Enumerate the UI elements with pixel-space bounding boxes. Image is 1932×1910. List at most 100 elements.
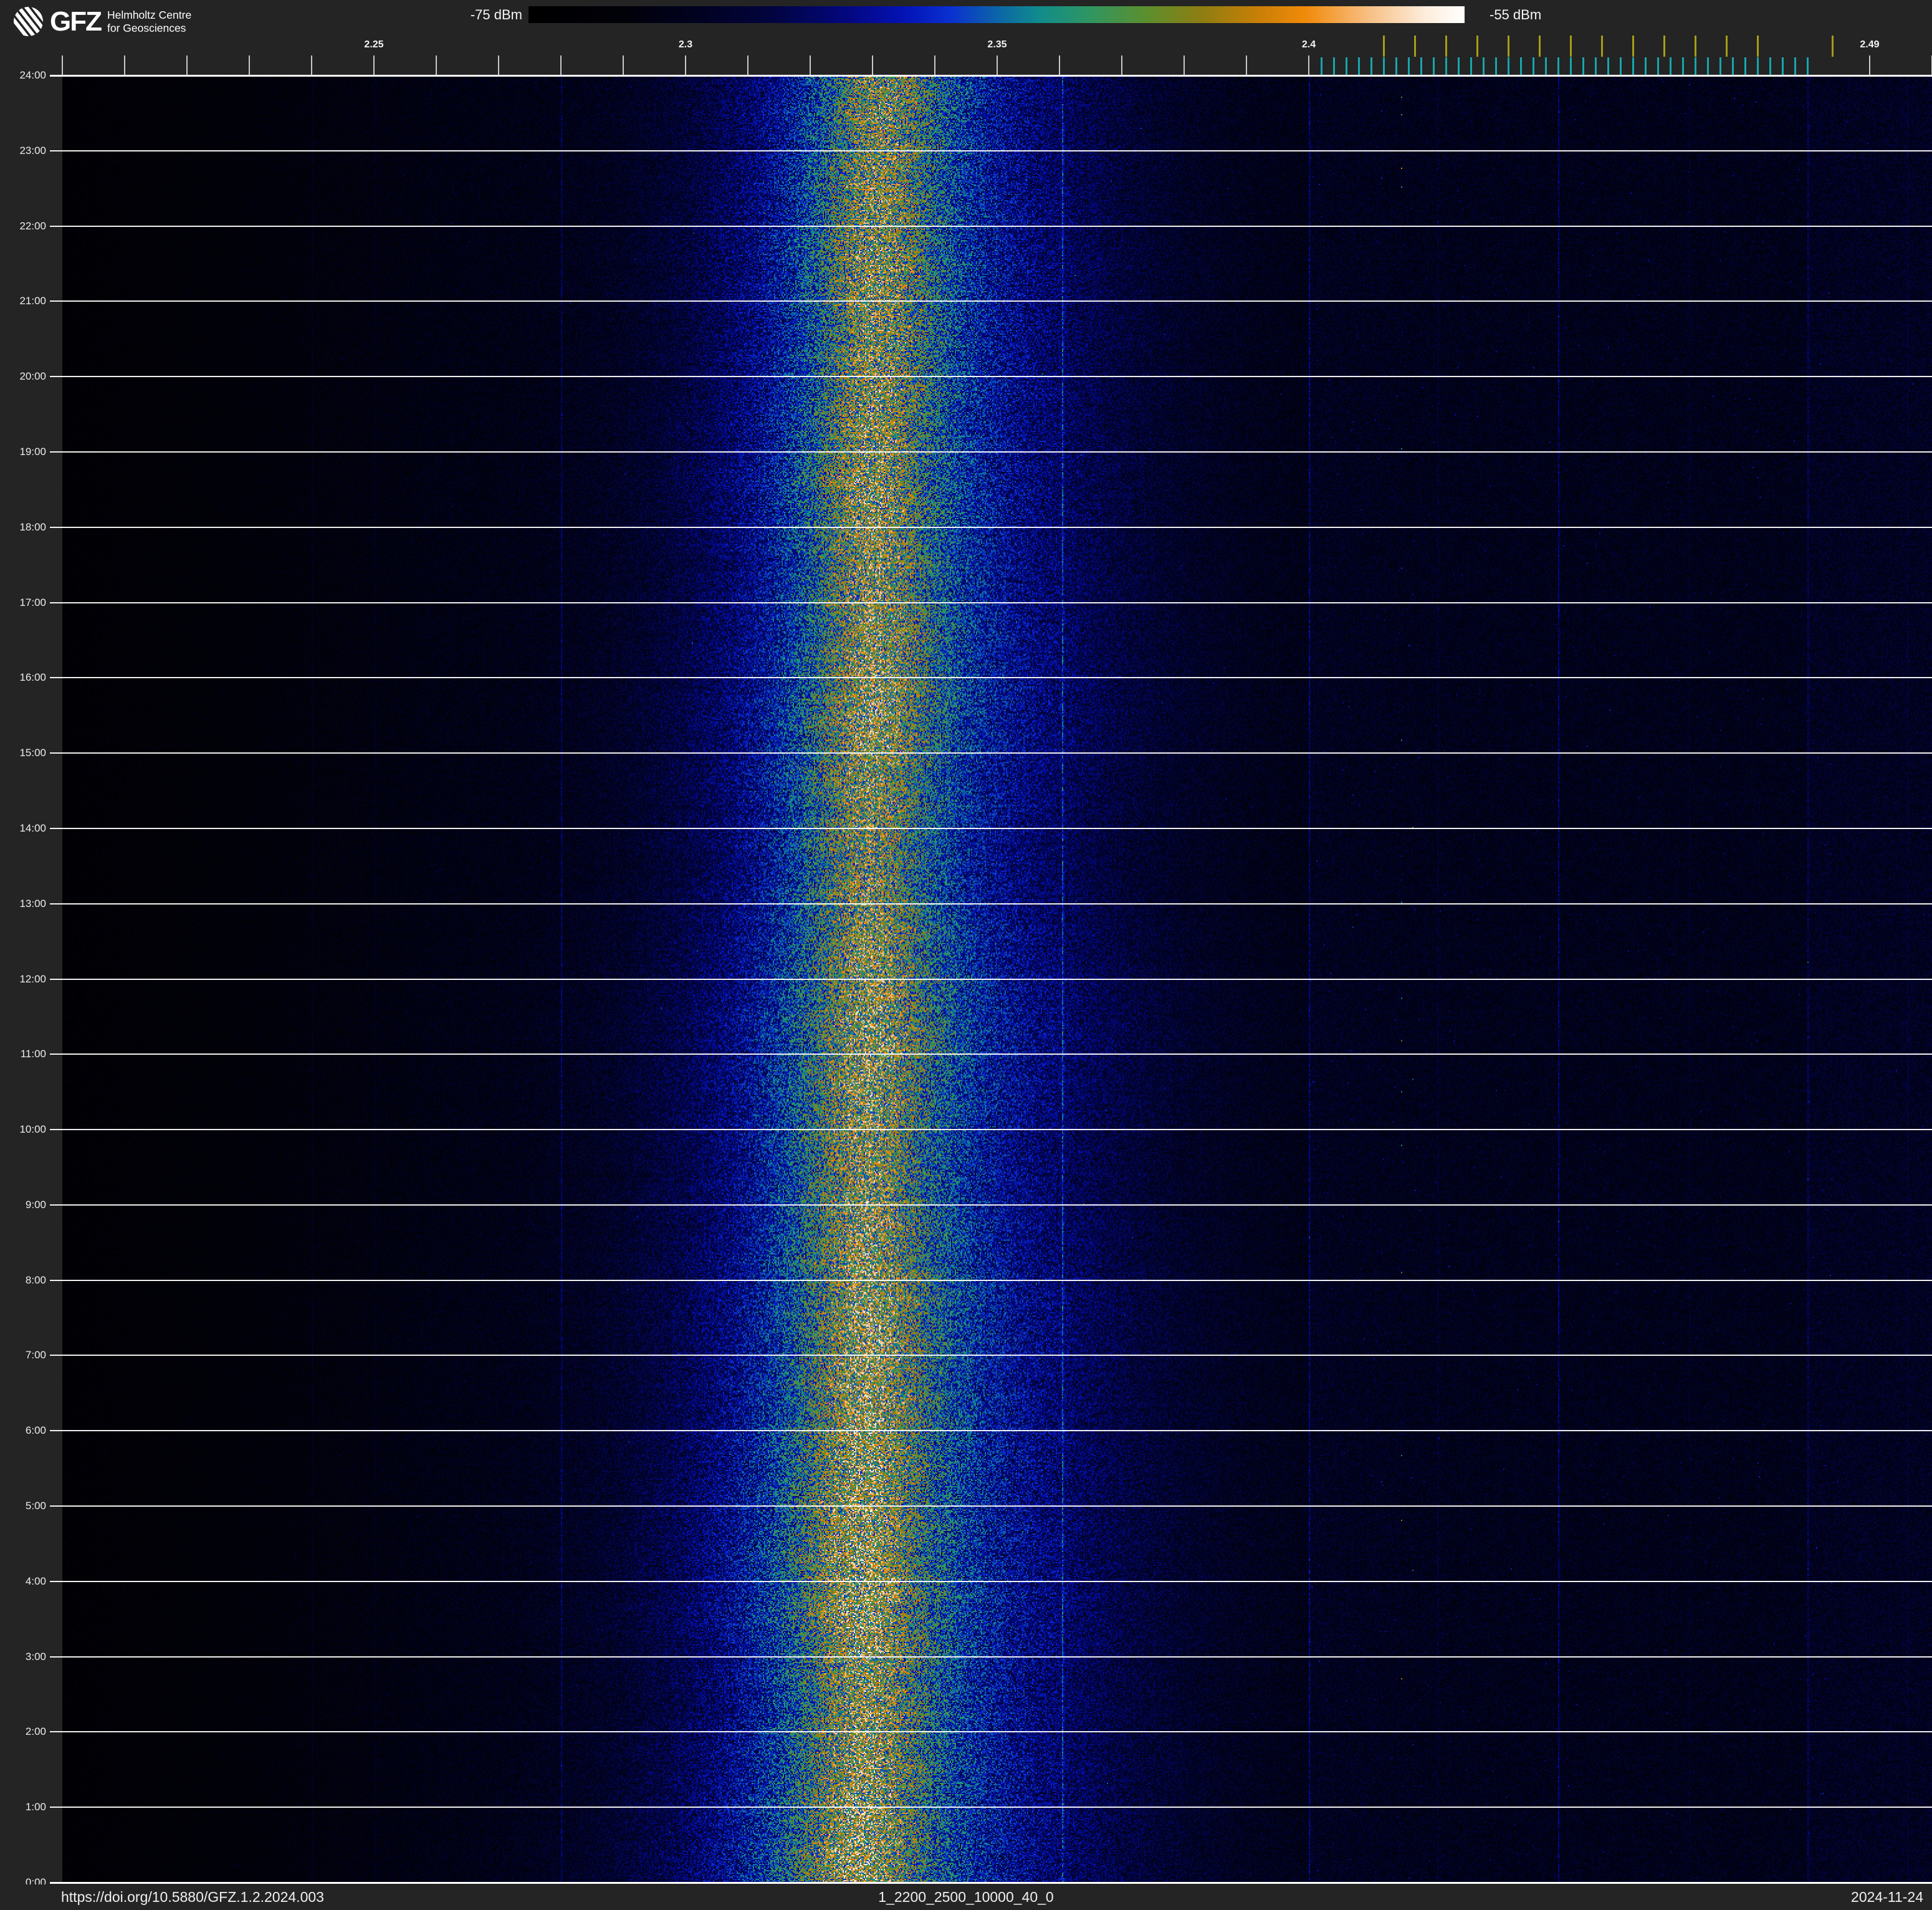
ble-channel-tick [1483, 57, 1485, 75]
hour-label: 22:00 [19, 220, 46, 232]
hour-gridline [50, 1053, 1932, 1055]
hour-gridline [50, 1882, 1932, 1884]
freq-minor-tick [373, 55, 375, 75]
wifi-channel-tick [1445, 36, 1447, 57]
hour-label: 4:00 [25, 1575, 46, 1587]
hour-gridline [50, 1430, 1932, 1431]
freq-minor-tick [1246, 55, 1247, 75]
gfz-logo-subtitle: Helmholtz Centre for Geosciences [107, 9, 191, 35]
hour-gridline [50, 1355, 1932, 1356]
ble-channel-tick [1557, 57, 1559, 75]
freq-minor-tick [1308, 55, 1309, 75]
ble-channel-tick [1744, 57, 1746, 75]
hour-gridline [50, 979, 1932, 980]
ble-channel-tick [1545, 57, 1547, 75]
hour-gridline [50, 1731, 1932, 1732]
ble-channel-tick [1495, 57, 1497, 75]
wifi-channel-tick [1726, 36, 1728, 57]
hour-gridline [50, 1204, 1932, 1206]
wifi-channel-tick [1539, 36, 1541, 57]
ble-channel-tick [1707, 57, 1709, 75]
ble-channel-tick [1520, 57, 1522, 75]
ble-channel-tick [1582, 57, 1584, 75]
ble-channel-tick [1333, 57, 1335, 75]
ble-channel-tick [1433, 57, 1435, 75]
ble-channel-tick [1470, 57, 1472, 75]
ble-channel-tick [1732, 57, 1734, 75]
wifi-channel-tick [1695, 36, 1696, 57]
hour-label: 10:00 [19, 1123, 46, 1135]
wifi-channel-tick [1832, 36, 1834, 57]
wifi-channel-tick [1570, 36, 1572, 57]
hour-gridline [50, 1581, 1932, 1582]
gfz-logo-subtitle-line2: for Geosciences [107, 21, 186, 34]
freq-minor-tick [498, 55, 499, 75]
ble-channel-tick [1632, 57, 1634, 75]
freq-minor-tick [436, 55, 437, 75]
ble-channel-tick [1695, 57, 1696, 75]
ble-channel-tick [1595, 57, 1597, 75]
ble-channel-tick [1757, 57, 1759, 75]
hour-label: 11:00 [20, 1048, 46, 1060]
hour-gridline [50, 527, 1932, 528]
gfz-logo: GFZ Helmholtz Centre for Geosciences [14, 7, 191, 36]
ble-channel-tick [1607, 57, 1609, 75]
hour-label: 20:00 [19, 370, 46, 382]
freq-tick-label: 2.25 [364, 39, 384, 50]
freq-minor-tick [560, 55, 562, 75]
freq-minor-tick [311, 55, 312, 75]
freq-minor-tick [186, 55, 188, 75]
hour-label: 6:00 [25, 1424, 46, 1436]
freq-minor-tick [1184, 55, 1185, 75]
freq-minor-tick [1121, 55, 1122, 75]
colorbar-gradient [528, 6, 1465, 23]
hour-label: 24:00 [19, 69, 46, 81]
ble-channel-tick [1620, 57, 1622, 75]
hour-gridline [50, 903, 1932, 905]
hour-label: 15:00 [19, 747, 46, 759]
hour-gridline [50, 752, 1932, 754]
freq-minor-tick [62, 55, 63, 75]
hour-label: 5:00 [25, 1500, 46, 1512]
freq-minor-tick [810, 55, 811, 75]
hour-gridline [50, 75, 1932, 77]
ble-channel-tick [1657, 57, 1659, 75]
freq-tick-label: 2.3 [678, 39, 693, 50]
ble-channel-tick [1570, 57, 1572, 75]
ble-channel-tick [1794, 57, 1796, 75]
hour-label: 21:00 [19, 295, 46, 307]
wifi-channel-tick [1508, 36, 1509, 57]
ble-channel-tick [1682, 57, 1684, 75]
ble-channel-tick [1508, 57, 1509, 75]
hour-gridline [50, 828, 1932, 829]
freq-minor-tick [623, 55, 624, 75]
gfz-logo-icon [14, 7, 43, 36]
hour-gridline [50, 1505, 1932, 1507]
footer: https://doi.org/10.5880/GFZ.1.2.2024.003… [0, 1884, 1932, 1910]
freq-tick-label: 2.49 [1860, 39, 1880, 50]
wifi-channel-tick [1757, 36, 1759, 57]
hour-label: 16:00 [19, 671, 46, 683]
colorbar-min-label: -75 dBm [470, 7, 522, 22]
hour-gridline [50, 677, 1932, 678]
gfz-logo-brand: GFZ [50, 6, 102, 37]
hour-label: 3:00 [25, 1651, 46, 1663]
hour-label: 14:00 [19, 822, 46, 834]
hour-label: 23:00 [19, 145, 46, 156]
ble-channel-tick [1645, 57, 1647, 75]
wifi-channel-tick [1476, 36, 1478, 57]
hour-gridline [50, 1656, 1932, 1658]
hour-label: 18:00 [19, 521, 46, 533]
hour-label: 1:00 [25, 1801, 46, 1813]
freq-minor-tick [124, 55, 125, 75]
ble-channel-tick [1445, 57, 1447, 75]
ble-channel-tick [1358, 57, 1360, 75]
freq-tick-label: 2.35 [987, 39, 1007, 50]
hour-gridline [50, 1129, 1932, 1130]
ble-channel-tick [1807, 57, 1809, 75]
freq-minor-tick [747, 55, 748, 75]
hour-gridline [50, 602, 1932, 603]
footer-filename: 1_2200_2500_10000_40_0 [878, 1889, 1054, 1905]
ble-channel-tick [1670, 57, 1671, 75]
wifi-channel-tick [1601, 36, 1603, 57]
